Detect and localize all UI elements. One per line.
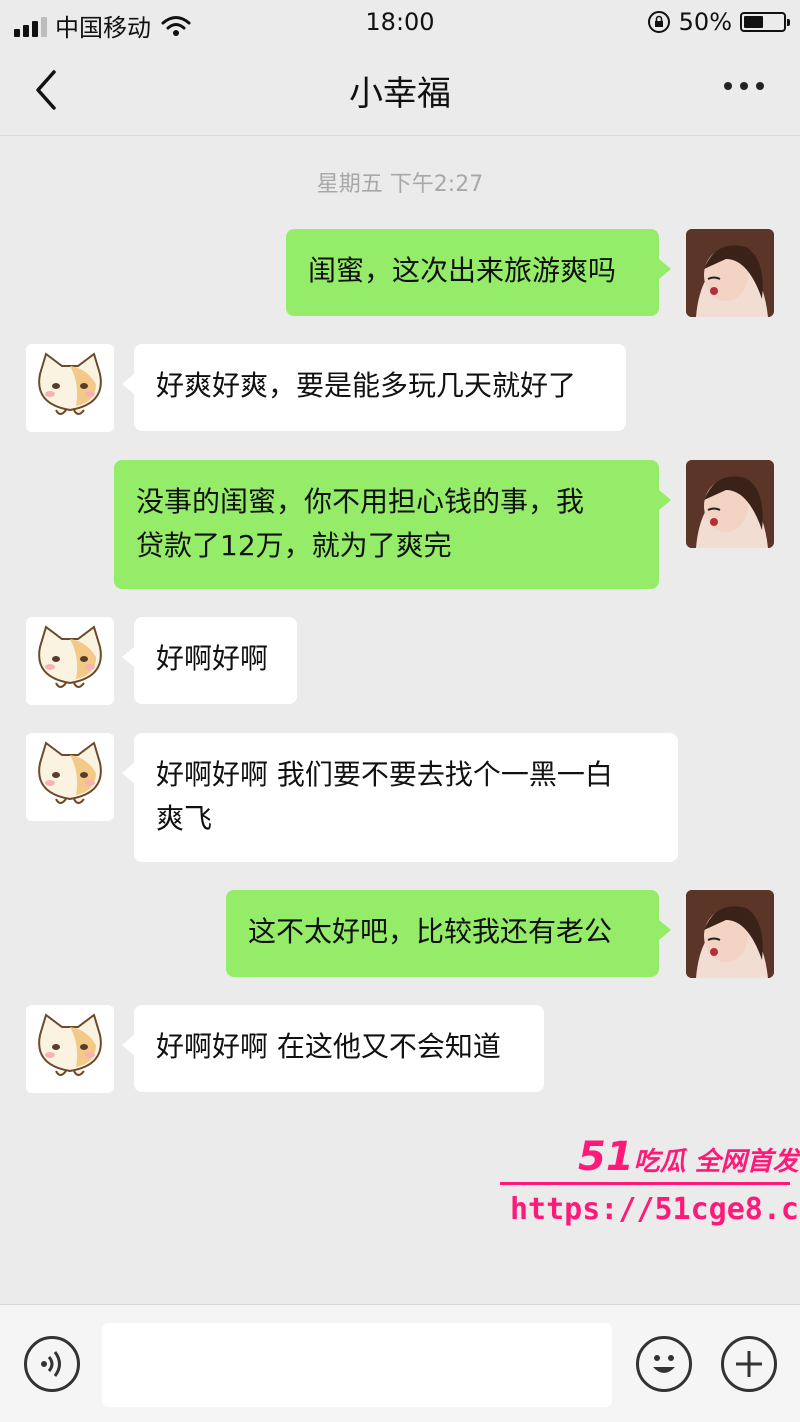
outgoing-bubble[interactable]: 这不太好吧，比较我还有老公	[226, 890, 671, 977]
message-text-line: 爽飞	[156, 802, 213, 835]
battery-percent: 50%	[678, 8, 732, 36]
chat-timestamp: 星期五 下午2:27	[316, 172, 484, 197]
input-bar	[0, 1304, 800, 1422]
message-text: 好爽好爽，要是能多玩几天就好了	[156, 369, 577, 402]
watermark-number: 51	[578, 1134, 634, 1180]
status-bar: 中国移动 18:00 50%	[0, 0, 800, 44]
message-text: 这不太好吧，比较我还有老公	[248, 915, 613, 948]
more-dots-icon[interactable]	[724, 82, 764, 90]
avatar[interactable]	[26, 733, 114, 821]
avatar[interactable]	[686, 890, 774, 978]
message-text-line: 贷款了12万，就为了爽完	[136, 529, 452, 562]
avatar[interactable]	[686, 460, 774, 548]
outgoing-bubble[interactable]: 闺蜜，这次出来旅游爽吗	[286, 229, 671, 316]
message-text: 好啊好啊	[156, 642, 269, 675]
chat-title: 小幸福	[349, 74, 451, 114]
message-text-line: 好啊好啊 我们要不要去找个一黑一白	[156, 758, 613, 791]
nav-bar: 小幸福	[0, 44, 800, 136]
watermark-url: https://51cge8.com	[510, 1192, 800, 1227]
plus-icon[interactable]	[721, 1336, 777, 1392]
avatar[interactable]	[26, 344, 114, 432]
emoji-icon[interactable]	[636, 1336, 692, 1392]
avatar[interactable]	[686, 229, 774, 317]
message-text: 好啊好啊 在这他又不会知道	[156, 1030, 501, 1063]
watermark-brand-text: 吃瓜 全网首发	[633, 1147, 799, 1177]
message-text: 闺蜜，这次出来旅游爽吗	[308, 254, 617, 287]
watermark-brand: 51吃瓜 全网首发	[578, 1134, 799, 1180]
watermark: 51吃瓜 全网首发 https://51cge8.com	[500, 1134, 800, 1244]
voice-icon[interactable]	[24, 1336, 80, 1392]
avatar[interactable]	[26, 1005, 114, 1093]
incoming-bubble[interactable]: 好啊好啊 我们要不要去找个一黑一白 爽飞	[122, 733, 678, 862]
watermark-line	[500, 1182, 790, 1185]
outgoing-bubble[interactable]: 没事的闺蜜，你不用担心钱的事，我 贷款了12万，就为了爽完	[114, 460, 671, 589]
message-text-line: 没事的闺蜜，你不用担心钱的事，我	[136, 485, 585, 518]
rotation-lock-icon	[647, 11, 670, 33]
avatar[interactable]	[26, 617, 114, 705]
incoming-bubble[interactable]: 好啊好啊 在这他又不会知道	[122, 1005, 544, 1092]
battery-icon	[740, 12, 790, 32]
incoming-bubble[interactable]: 好啊好啊	[122, 617, 297, 704]
message-input[interactable]	[102, 1323, 612, 1407]
incoming-bubble[interactable]: 好爽好爽，要是能多玩几天就好了	[122, 344, 626, 431]
